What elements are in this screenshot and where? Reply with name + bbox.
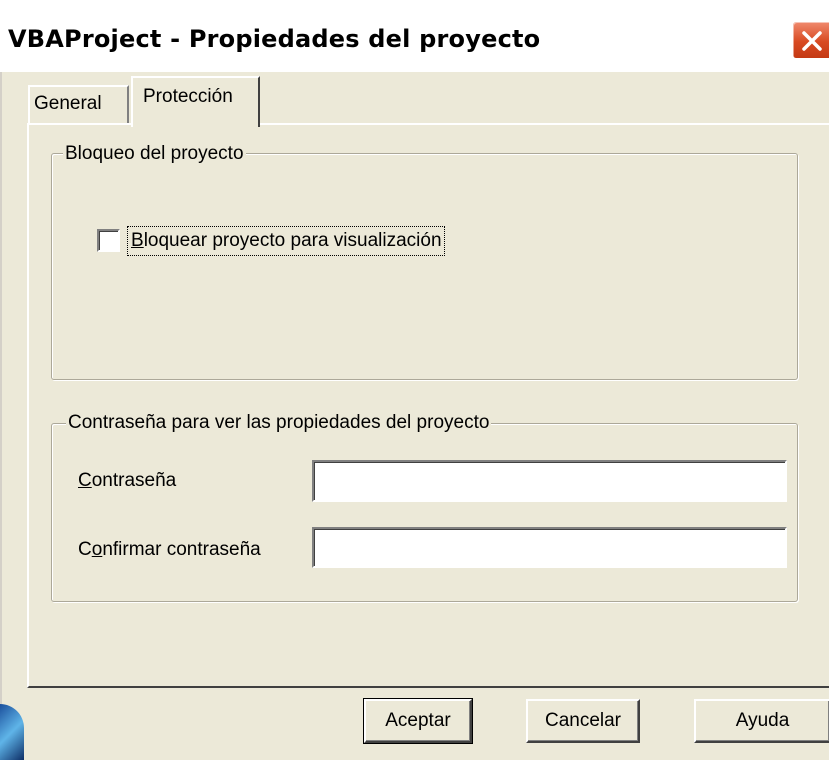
- cancel-button[interactable]: Cancelar: [526, 699, 640, 743]
- password-input[interactable]: [312, 460, 787, 502]
- tab-general[interactable]: General: [28, 85, 129, 125]
- tab-proteccion-label: Protección: [143, 86, 233, 107]
- password-groupbox: [51, 423, 798, 602]
- confirm-label-mnemonic: o: [91, 539, 103, 560]
- tab-general-label: General: [34, 93, 102, 114]
- help-button[interactable]: Ayuda: [694, 699, 829, 743]
- password-label-mnemonic: C: [78, 470, 92, 491]
- confirm-label-pre: C: [78, 539, 92, 560]
- close-icon: [802, 31, 822, 51]
- ok-button[interactable]: Aceptar: [363, 698, 473, 744]
- close-button[interactable]: [792, 21, 829, 59]
- lock-groupbox: [51, 153, 798, 380]
- password-label-text: ontraseña: [91, 470, 177, 491]
- password-group-legend: Contraseña para ver las propiedades del …: [66, 412, 492, 434]
- window-left-edge: [0, 72, 2, 704]
- window-title: VBAProject - Propiedades del proyecto: [8, 25, 541, 53]
- tab-proteccion[interactable]: Protección: [131, 76, 260, 127]
- title-bar[interactable]: VBAProject - Propiedades del proyecto: [0, 0, 829, 70]
- background-app-logo: [0, 704, 24, 760]
- lock-label-text: loquear proyecto para visualización: [143, 230, 442, 251]
- password-label: Contraseña: [78, 470, 176, 492]
- lock-label-mnemonic: B: [131, 230, 144, 251]
- lock-group-legend: Bloqueo del proyecto: [63, 143, 246, 165]
- lock-project-checkbox-label[interactable]: Bloquear proyecto para visualización: [127, 226, 445, 256]
- confirm-password-label: Confirmar contraseña: [78, 539, 261, 561]
- confirm-password-input[interactable]: [312, 527, 787, 568]
- confirm-label-text: nfirmar contraseña: [102, 539, 261, 560]
- lock-project-checkbox[interactable]: [97, 229, 120, 252]
- title-separator: [0, 70, 829, 72]
